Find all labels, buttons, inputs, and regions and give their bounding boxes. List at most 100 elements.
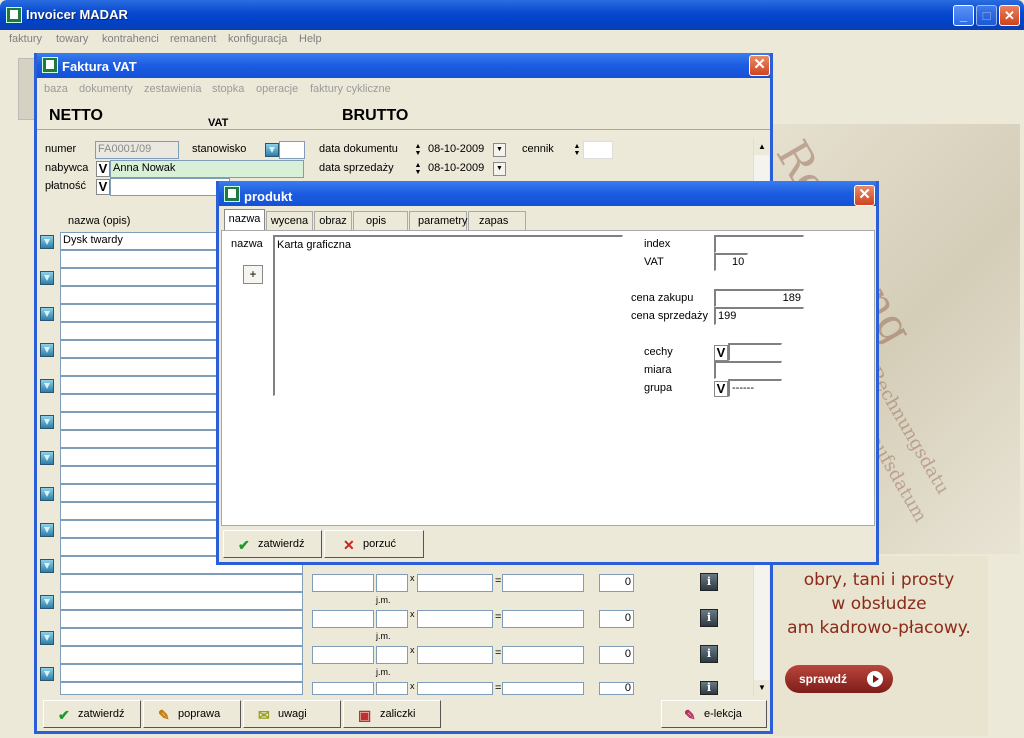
- tab-wycena[interactable]: wycena: [266, 211, 313, 231]
- cennik-spin-icon[interactable]: ▲ ▼: [572, 143, 582, 159]
- vat-field[interactable]: 10: [714, 253, 748, 271]
- e-lekcja-button[interactable]: ✎ e-lekcja: [661, 700, 767, 728]
- invoice-menu-baza[interactable]: baza: [44, 83, 68, 95]
- product-name-textarea[interactable]: Karta graficzna: [273, 235, 623, 396]
- miara-field[interactable]: [714, 361, 782, 379]
- row-select-icon[interactable]: [40, 451, 54, 465]
- info-icon[interactable]: i: [700, 609, 718, 627]
- promo-button[interactable]: sprawdź: [785, 665, 893, 693]
- item-value-field[interactable]: [502, 646, 584, 664]
- item-vat-field[interactable]: 0: [599, 610, 634, 628]
- data-dokumentu-value[interactable]: 08-10-2009: [428, 143, 484, 155]
- invoice-menu-operacje[interactable]: operacje: [256, 83, 298, 95]
- index-field[interactable]: [714, 235, 804, 253]
- item-value-field[interactable]: [502, 574, 584, 592]
- scroll-up-icon[interactable]: ▲: [754, 139, 770, 155]
- cennik-field[interactable]: [583, 141, 613, 159]
- item-qty-field[interactable]: [312, 574, 374, 592]
- item-unit-field[interactable]: [376, 682, 408, 695]
- item-qty-field[interactable]: [312, 610, 374, 628]
- item-price-field[interactable]: [417, 574, 493, 592]
- data-sprzedazy-value[interactable]: 08-10-2009: [428, 162, 484, 174]
- grupa-select-button[interactable]: V: [714, 381, 728, 397]
- info-icon[interactable]: i: [700, 645, 718, 663]
- tab-opis[interactable]: opis: [353, 211, 408, 231]
- row-select-icon[interactable]: [40, 307, 54, 321]
- item-value-field[interactable]: [502, 610, 584, 628]
- row-select-icon[interactable]: [40, 271, 54, 285]
- row-select-icon[interactable]: [40, 343, 54, 357]
- invoice-menu-zestawienia[interactable]: zestawienia: [144, 83, 201, 95]
- nabywca-field[interactable]: Anna Nowak: [110, 160, 304, 178]
- menu-remanent[interactable]: remanent: [170, 33, 216, 45]
- date-spin-icon[interactable]: ▲ ▼: [413, 162, 423, 178]
- menu-kontrahenci[interactable]: kontrahenci: [102, 33, 159, 45]
- item-desc-field[interactable]: [60, 646, 303, 664]
- menu-help[interactable]: Help: [299, 33, 322, 45]
- platnosc-select-button[interactable]: V: [96, 179, 110, 195]
- invoice-menu-stopka[interactable]: stopka: [212, 83, 244, 95]
- row-select-icon[interactable]: [40, 235, 54, 249]
- minimize-button[interactable]: _: [953, 5, 974, 26]
- close-button[interactable]: ✕: [999, 5, 1020, 26]
- row-select-icon[interactable]: [40, 415, 54, 429]
- advances-button[interactable]: ▣ zaliczki: [343, 700, 441, 728]
- cechy-field[interactable]: [728, 343, 782, 361]
- item-name-field[interactable]: [60, 592, 303, 610]
- info-icon[interactable]: i: [700, 681, 718, 695]
- invoice-close-button[interactable]: ✕: [749, 55, 770, 76]
- tab-parametry[interactable]: parametry: [409, 211, 468, 231]
- menu-faktury[interactable]: faktury: [9, 33, 42, 45]
- notes-button[interactable]: ✉ uwagi: [243, 700, 341, 728]
- row-select-icon[interactable]: [40, 379, 54, 393]
- item-price-field[interactable]: [417, 646, 493, 664]
- item-vat-field[interactable]: 0: [599, 646, 634, 664]
- add-button[interactable]: +: [243, 265, 263, 284]
- scroll-down-icon[interactable]: ▼: [754, 680, 770, 696]
- date-spin-icon[interactable]: ▲ ▼: [413, 143, 423, 159]
- tab-nazwa[interactable]: nazwa: [224, 209, 265, 231]
- purchase-price-field[interactable]: 189: [714, 289, 804, 307]
- invoice-menu-dokumenty[interactable]: dokumenty: [79, 83, 133, 95]
- product-cancel-button[interactable]: ✕ porzuć: [324, 530, 424, 558]
- item-unit-field[interactable]: [376, 646, 408, 664]
- item-name-field[interactable]: [60, 664, 303, 682]
- stanowisko-field[interactable]: [279, 141, 305, 159]
- tab-zapas[interactable]: zapas: [468, 211, 526, 231]
- item-desc-field[interactable]: [60, 682, 303, 695]
- item-value-field[interactable]: [502, 682, 584, 695]
- item-qty-field[interactable]: [312, 682, 374, 695]
- grupa-field[interactable]: ------: [728, 379, 782, 397]
- numer-field[interactable]: FA0001/09: [95, 141, 179, 159]
- correction-button[interactable]: ✎ poprawa: [143, 700, 241, 728]
- sale-price-field[interactable]: 199: [714, 307, 804, 325]
- row-select-icon[interactable]: [40, 631, 54, 645]
- item-desc-field[interactable]: [60, 610, 303, 628]
- item-price-field[interactable]: [417, 610, 493, 628]
- tab-obraz[interactable]: obraz: [314, 211, 352, 231]
- platnosc-field[interactable]: [110, 178, 230, 196]
- product-confirm-button[interactable]: ✔ zatwierdź: [223, 530, 322, 558]
- row-select-icon[interactable]: [40, 559, 54, 573]
- row-select-icon[interactable]: [40, 523, 54, 537]
- date-dropdown-icon[interactable]: ▼: [493, 143, 506, 157]
- item-unit-field[interactable]: [376, 610, 408, 628]
- item-price-field[interactable]: [417, 682, 493, 695]
- menu-konfiguracja[interactable]: konfiguracja: [228, 33, 287, 45]
- maximize-button[interactable]: □: [976, 5, 997, 26]
- item-unit-field[interactable]: [376, 574, 408, 592]
- invoice-menu-faktury-cykliczne[interactable]: faktury cykliczne: [310, 83, 391, 95]
- item-vat-field[interactable]: 0: [599, 574, 634, 592]
- product-close-button[interactable]: ✕: [854, 185, 875, 206]
- stanowisko-dropdown-icon[interactable]: [265, 143, 279, 157]
- info-icon[interactable]: i: [700, 573, 718, 591]
- menu-towary[interactable]: towary: [56, 33, 88, 45]
- cechy-select-button[interactable]: V: [714, 345, 728, 361]
- item-qty-field[interactable]: [312, 646, 374, 664]
- item-vat-field[interactable]: 0: [599, 682, 634, 695]
- row-select-icon[interactable]: [40, 595, 54, 609]
- item-name-field[interactable]: [60, 628, 303, 646]
- invoice-confirm-button[interactable]: ✔ zatwierdź: [43, 700, 141, 728]
- row-select-icon[interactable]: [40, 487, 54, 501]
- nabywca-select-button[interactable]: V: [96, 161, 110, 177]
